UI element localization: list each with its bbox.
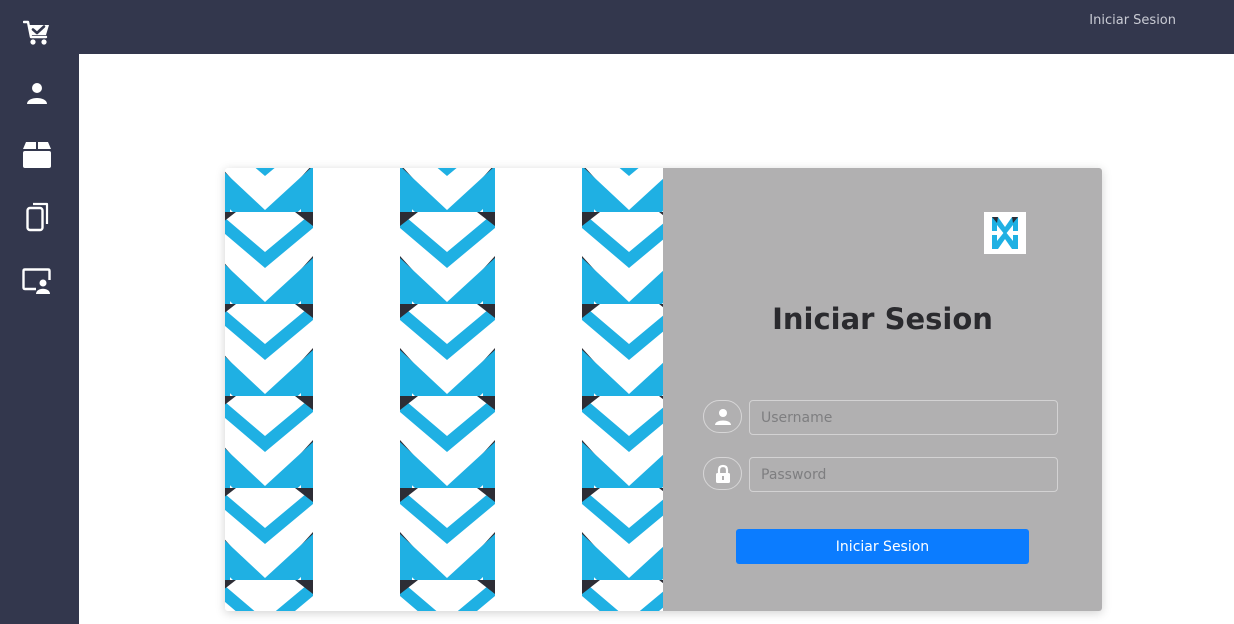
login-title: Iniciar Sesion <box>772 302 993 336</box>
login-card: Iniciar Sesion Iniciar Sesion <box>225 168 1102 611</box>
password-field[interactable] <box>749 457 1058 492</box>
sidebar-item-documents[interactable] <box>0 193 73 241</box>
username-icon-badge <box>703 400 742 433</box>
user-icon <box>714 408 731 425</box>
box-icon <box>22 142 51 168</box>
user-screen-icon <box>21 268 51 294</box>
login-form-panel: Iniciar Sesion Iniciar Sesion <box>663 168 1102 611</box>
sidebar-item-products[interactable] <box>0 131 73 179</box>
top-navbar: Iniciar Sesion <box>79 0 1234 54</box>
user-icon <box>26 83 47 104</box>
username-field[interactable] <box>749 400 1058 435</box>
sidebar <box>0 0 79 624</box>
password-icon-badge <box>703 457 742 490</box>
login-submit-button[interactable]: Iniciar Sesion <box>736 529 1029 564</box>
sidebar-item-clients[interactable] <box>0 257 73 305</box>
sidebar-item-cart[interactable] <box>0 9 73 57</box>
login-link[interactable]: Iniciar Sesion <box>1089 13 1176 29</box>
cart-check-icon <box>22 20 49 45</box>
lock-icon <box>715 464 730 483</box>
sidebar-item-users[interactable] <box>0 69 73 117</box>
brand-pattern-image <box>225 168 663 611</box>
documents-icon <box>25 202 48 232</box>
mw-logo-icon <box>984 212 1026 254</box>
